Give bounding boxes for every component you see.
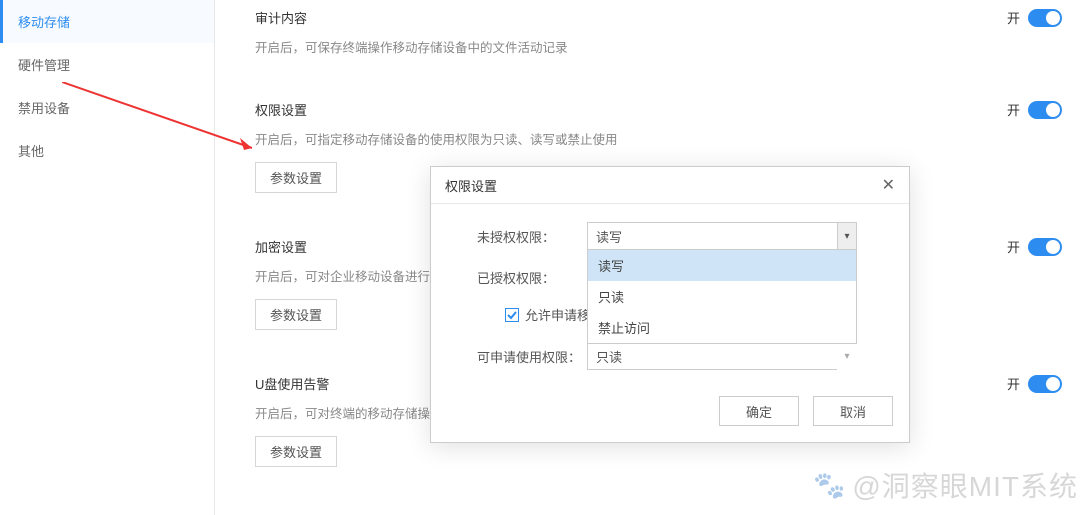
toggle-audit[interactable]: 开 <box>1007 8 1062 27</box>
form-label: 已授权权限： <box>477 268 587 287</box>
toggle-label: 开 <box>1007 374 1020 393</box>
sidebar-item-label: 硬件管理 <box>18 58 70 73</box>
watermark: 🐾 @洞察眼MIT系统 <box>813 465 1078 505</box>
watermark-text: @洞察眼MIT系统 <box>852 465 1078 505</box>
section-title: U盘使用告警 <box>255 374 329 393</box>
dialog-body: 未授权权限： 读写 ▾ 读写 只读 禁止访问 已授权权限： 允许申请移动存储使用… <box>431 204 909 386</box>
sidebar-item-removable-storage[interactable]: 移动存储 <box>0 0 214 43</box>
param-settings-button[interactable]: 参数设置 <box>255 436 337 467</box>
toggle-permission[interactable]: 开 <box>1007 100 1062 119</box>
section-desc: 开启后，可指定移动存储设备的使用权限为只读、读写或禁止使用 <box>255 129 1062 148</box>
section-desc: 开启后，可保存终端操作移动存储设备中的文件活动记录 <box>255 37 1062 56</box>
form-label: 可申请使用权限： <box>477 347 587 366</box>
dialog-header: 权限设置 ✕ <box>431 167 909 204</box>
section-title: 权限设置 <box>255 100 307 119</box>
param-settings-button[interactable]: 参数设置 <box>255 299 337 330</box>
section-title: 审计内容 <box>255 8 307 27</box>
toggle-label: 开 <box>1007 100 1020 119</box>
chevron-down-icon[interactable]: ▾ <box>837 222 857 250</box>
toggle-switch[interactable] <box>1028 9 1062 27</box>
toggle-label: 开 <box>1007 237 1020 256</box>
dropdown-list: 读写 只读 禁止访问 <box>587 249 857 344</box>
dropdown-item[interactable]: 只读 <box>588 281 856 312</box>
close-icon[interactable]: ✕ <box>882 175 895 195</box>
dropdown-item[interactable]: 禁止访问 <box>588 312 856 343</box>
section-title: 加密设置 <box>255 237 307 256</box>
permission-dialog: 权限设置 ✕ 未授权权限： 读写 ▾ 读写 只读 禁止访问 已授权权限： 允许申… <box>430 166 910 443</box>
sidebar-item-hardware[interactable]: 硬件管理 <box>0 43 214 86</box>
select-value[interactable]: 只读 <box>587 342 857 370</box>
sidebar-item-other[interactable]: 其他 <box>0 129 214 172</box>
select-unauth-permission[interactable]: 读写 ▾ 读写 只读 禁止访问 <box>587 222 857 250</box>
toggle-switch[interactable] <box>1028 375 1062 393</box>
toggle-switch[interactable] <box>1028 238 1062 256</box>
row-apply-permission: 可申请使用权限： 只读 ▾ <box>477 342 887 370</box>
toggle-switch[interactable] <box>1028 101 1062 119</box>
section-audit: 审计内容 开 开启后，可保存终端操作移动存储设备中的文件活动记录 <box>255 0 1062 70</box>
sidebar-item-label: 其他 <box>18 144 44 159</box>
paw-icon: 🐾 <box>813 470 846 501</box>
param-settings-button[interactable]: 参数设置 <box>255 162 337 193</box>
toggle-label: 开 <box>1007 8 1020 27</box>
toggle-encrypt[interactable]: 开 <box>1007 237 1062 256</box>
dropdown-item[interactable]: 读写 <box>588 250 856 281</box>
dialog-footer: 确定 取消 <box>431 386 909 442</box>
chevron-down-icon[interactable]: ▾ <box>837 342 857 370</box>
sidebar-item-label: 禁用设备 <box>18 101 70 116</box>
select-value[interactable]: 读写 <box>587 222 857 250</box>
dialog-title: 权限设置 <box>445 176 497 195</box>
toggle-usb-alarm[interactable]: 开 <box>1007 374 1062 393</box>
sidebar: 移动存储 硬件管理 禁用设备 其他 <box>0 0 215 515</box>
ok-button[interactable]: 确定 <box>719 396 799 426</box>
cancel-button[interactable]: 取消 <box>813 396 893 426</box>
sidebar-item-disable-device[interactable]: 禁用设备 <box>0 86 214 129</box>
checkbox-approve[interactable] <box>505 308 519 322</box>
sidebar-item-label: 移动存储 <box>18 15 70 30</box>
form-label: 未授权权限： <box>477 227 587 246</box>
select-apply-permission[interactable]: 只读 ▾ <box>587 342 857 370</box>
row-unauth-permission: 未授权权限： 读写 ▾ 读写 只读 禁止访问 <box>477 222 887 250</box>
